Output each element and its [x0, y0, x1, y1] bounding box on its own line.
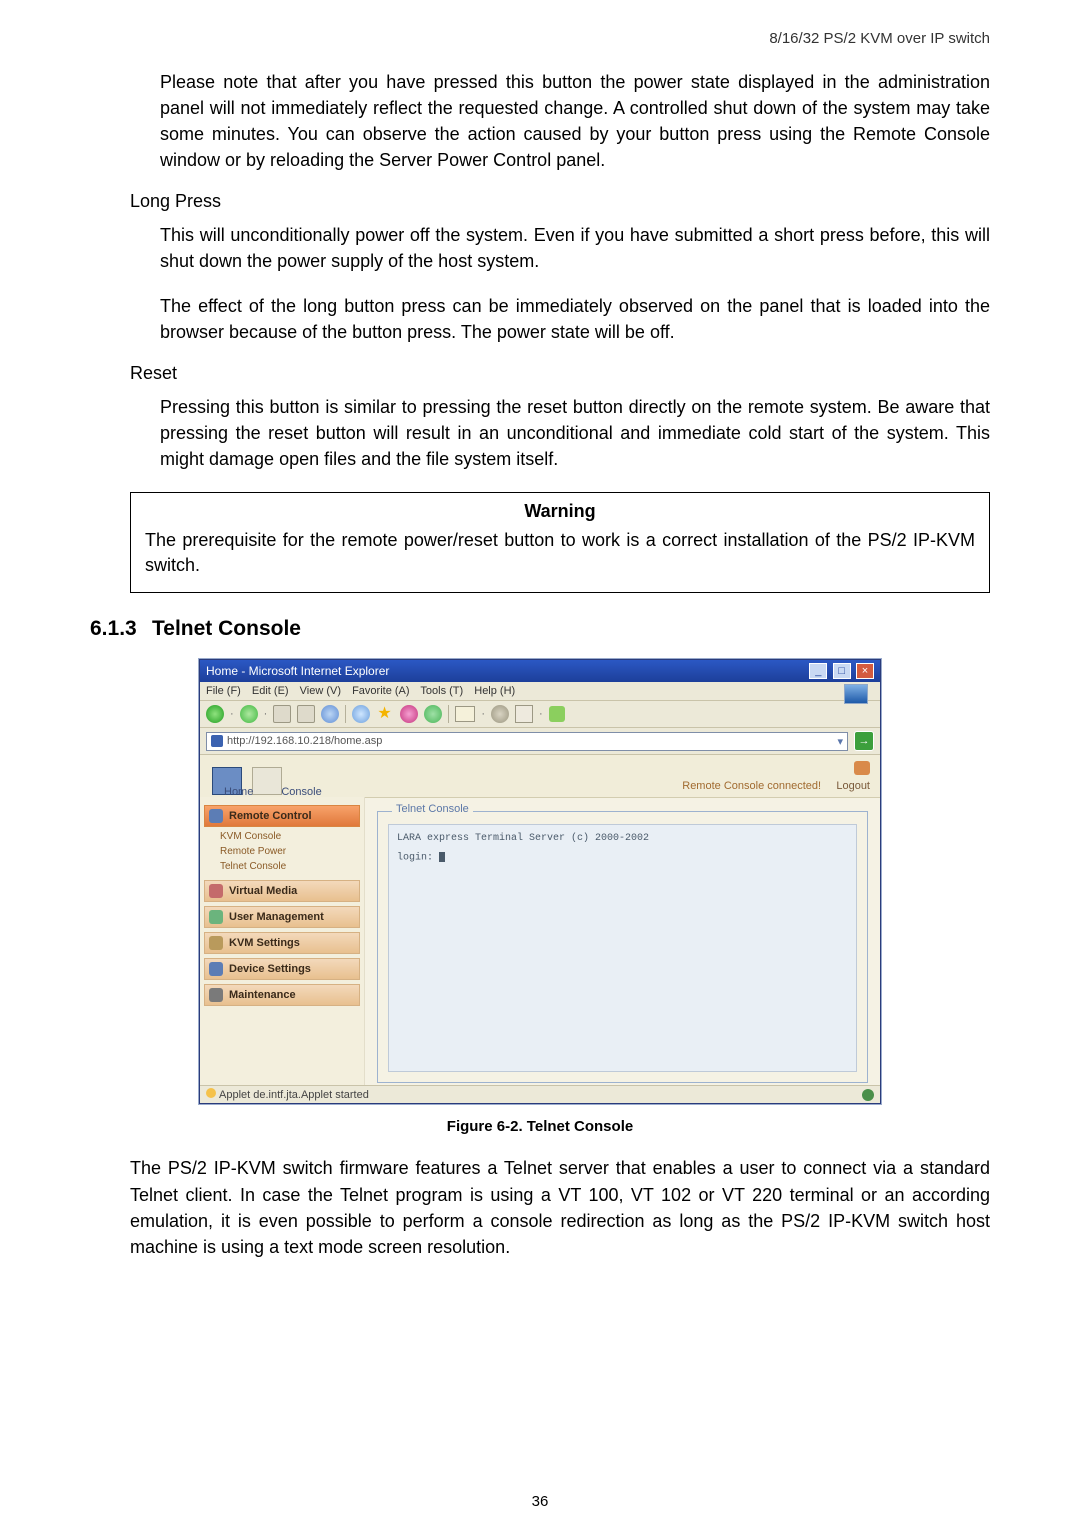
page-icon	[211, 735, 223, 747]
internet-zone-icon	[862, 1089, 874, 1101]
top-right-status: Remote Console connected! Logout	[682, 761, 870, 792]
separator-icon	[345, 705, 346, 723]
warning-body: The prerequisite for the remote power/re…	[145, 528, 975, 578]
paragraph-reset: Pressing this button is similar to press…	[160, 394, 990, 472]
mail-icon[interactable]	[455, 706, 475, 722]
warning-title: Warning	[145, 501, 975, 522]
heading-reset: Reset	[130, 363, 990, 384]
virtual-media-icon	[209, 884, 223, 898]
paragraph-bottom: The PS/2 IP-KVM switch firmware features…	[130, 1155, 990, 1259]
section-heading: 6.1.3Telnet Console	[90, 617, 990, 641]
paragraph-longpress-1: This will unconditionally power off the …	[160, 222, 990, 274]
favorites-icon[interactable]	[376, 705, 394, 723]
fieldset-legend: Telnet Console	[392, 803, 473, 815]
minimize-button[interactable]: _	[809, 663, 827, 679]
sidebar-label: Maintenance	[229, 989, 296, 1001]
telnet-fieldset: Telnet Console LARA express Terminal Ser…	[377, 811, 868, 1083]
page-number: 36	[0, 1493, 1080, 1510]
sidebar-label: Remote Control	[229, 810, 312, 822]
ie-logo-icon	[844, 684, 868, 704]
address-bar: http://192.168.10.218/home.asp ▾ →	[200, 728, 880, 755]
menu-file[interactable]: File (F)	[206, 685, 241, 697]
close-button[interactable]: ×	[856, 663, 874, 679]
page-header: 8/16/32 PS/2 KVM over IP switch	[90, 30, 990, 47]
messenger-icon[interactable]	[549, 706, 565, 722]
figure-caption: Figure 6-2. Telnet Console	[90, 1118, 990, 1135]
sidebar-virtual-media[interactable]: Virtual Media	[204, 880, 360, 902]
forward-icon[interactable]	[240, 705, 258, 723]
search-icon[interactable]	[352, 705, 370, 723]
document-page: 8/16/32 PS/2 KVM over IP switch Please n…	[0, 0, 1080, 1528]
separator-icon	[448, 705, 449, 723]
home-icon[interactable]	[321, 705, 339, 723]
figure-screenshot: Home - Microsoft Internet Explorer _ □ ×…	[90, 659, 990, 1104]
content-pane: Telnet Console LARA express Terminal Ser…	[365, 797, 880, 1085]
cursor-icon	[439, 852, 445, 862]
window-title-bar: Home - Microsoft Internet Explorer _ □ ×	[200, 660, 880, 682]
menu-tools[interactable]: Tools (T)	[420, 685, 463, 697]
sidebar-user-management[interactable]: User Management	[204, 906, 360, 928]
sidebar-maintenance[interactable]: Maintenance	[204, 984, 360, 1006]
device-settings-icon	[209, 962, 223, 976]
paragraph-longpress-2: The effect of the long button press can …	[160, 293, 990, 345]
telnet-terminal[interactable]: LARA express Terminal Server (c) 2000-20…	[388, 824, 857, 1072]
app-top-bar: Home Console Remote Console connected! L…	[200, 755, 880, 798]
menu-favorites[interactable]: Favorite (A)	[352, 685, 409, 697]
sub-telnet-console[interactable]: Telnet Console	[210, 859, 360, 874]
applet-icon	[206, 1088, 216, 1098]
edit-icon[interactable]	[515, 705, 533, 723]
terminal-line: LARA express Terminal Server (c) 2000-20…	[397, 833, 848, 844]
window-title: Home - Microsoft Internet Explorer	[206, 664, 389, 678]
paragraph-note: Please note that after you have pressed …	[160, 69, 990, 173]
dropdown-icon[interactable]: ▾	[837, 735, 843, 748]
warning-box: Warning The prerequisite for the remote …	[130, 492, 990, 593]
heading-long-press: Long Press	[130, 191, 990, 212]
sidebar-remote-control[interactable]: Remote Control	[204, 805, 360, 827]
sidebar-device-settings[interactable]: Device Settings	[204, 958, 360, 980]
media-icon[interactable]	[400, 705, 418, 723]
address-input[interactable]: http://192.168.10.218/home.asp ▾	[206, 732, 848, 751]
stop-icon[interactable]	[273, 705, 291, 723]
user-management-icon	[209, 910, 223, 924]
sidebar-sub-items: KVM Console Remote Power Telnet Console	[210, 829, 360, 874]
remote-control-icon	[209, 809, 223, 823]
refresh-icon[interactable]	[297, 705, 315, 723]
browser-status-bar: Applet de.intf.jta.Applet started	[200, 1085, 880, 1103]
menu-edit[interactable]: Edit (E)	[252, 685, 289, 697]
maintenance-icon	[209, 988, 223, 1002]
browser-menu-bar: File (F) Edit (E) View (V) Favorite (A) …	[200, 682, 880, 701]
section-number: 6.1.3	[90, 617, 152, 641]
sidebar-label: Virtual Media	[229, 885, 297, 897]
sub-remote-power[interactable]: Remote Power	[210, 844, 360, 859]
sidebar: Remote Control KVM Console Remote Power …	[200, 797, 365, 1085]
terminal-prompt: login:	[397, 852, 848, 864]
page-content: Home Console Remote Console connected! L…	[200, 755, 880, 1085]
sidebar-kvm-settings[interactable]: KVM Settings	[204, 932, 360, 954]
logout-icon[interactable]	[854, 761, 870, 775]
menu-help[interactable]: Help (H)	[474, 685, 515, 697]
address-text: http://192.168.10.218/home.asp	[227, 735, 382, 747]
print-icon[interactable]	[491, 705, 509, 723]
sidebar-label: User Management	[229, 911, 324, 923]
logout-link[interactable]: Logout	[836, 780, 870, 792]
go-button[interactable]: →	[854, 731, 874, 751]
back-icon[interactable]	[206, 705, 224, 723]
maximize-button[interactable]: □	[833, 663, 851, 679]
menu-view[interactable]: View (V)	[300, 685, 341, 697]
sidebar-label: Device Settings	[229, 963, 311, 975]
sub-kvm-console[interactable]: KVM Console	[210, 829, 360, 844]
browser-toolbar: · · · ·	[200, 701, 880, 728]
sidebar-label: KVM Settings	[229, 937, 300, 949]
section-title: Telnet Console	[152, 617, 301, 640]
history-icon[interactable]	[424, 705, 442, 723]
status-text: Applet de.intf.jta.Applet started	[219, 1089, 369, 1101]
browser-window: Home - Microsoft Internet Explorer _ □ ×…	[199, 659, 881, 1104]
kvm-settings-icon	[209, 936, 223, 950]
window-buttons: _ □ ×	[807, 663, 874, 679]
status-connected: Remote Console connected!	[682, 780, 821, 792]
